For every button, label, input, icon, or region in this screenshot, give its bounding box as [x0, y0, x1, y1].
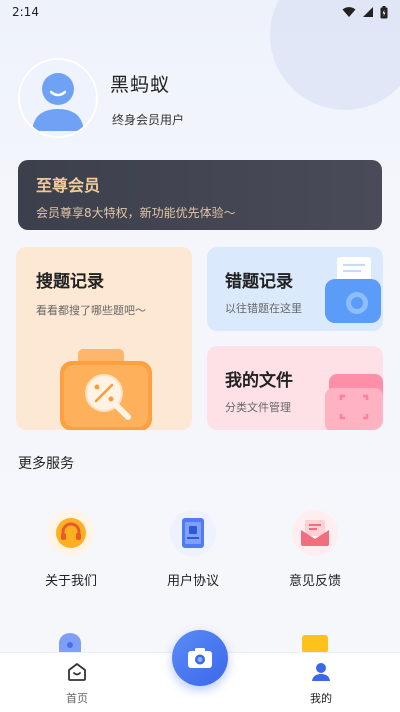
- service-about-us[interactable]: 关于我们: [16, 510, 126, 589]
- about-us-label: 关于我们: [44, 574, 97, 589]
- folder-icon: [325, 374, 383, 430]
- service-icon-partial-3: [302, 635, 328, 653]
- nav-home-label: 首页: [66, 692, 88, 705]
- member-type: 终身会员用户: [112, 113, 185, 127]
- vip-card[interactable]: 至尊会员 会员尊享8大特权，新功能优先体验～: [18, 160, 382, 230]
- home-icon: [68, 663, 86, 681]
- search-history-card[interactable]: 搜题记录 看看都搜了哪些题吧～: [16, 247, 192, 430]
- camera-search-icon: [60, 349, 152, 430]
- service-user-agreement[interactable]: 用户协议: [138, 510, 248, 589]
- status-time: 2:14: [12, 5, 39, 19]
- more-services-title: 更多服务: [18, 456, 74, 472]
- user-icon: [312, 663, 330, 681]
- printer-icon: [325, 257, 381, 323]
- service-feedback[interactable]: 意见反馈: [260, 510, 370, 589]
- vip-title: 至尊会员: [36, 176, 101, 195]
- avatar[interactable]: [18, 58, 98, 138]
- wifi-icon: [342, 7, 356, 17]
- status-icons: [342, 5, 388, 19]
- camera-button[interactable]: [172, 630, 228, 686]
- user-avatar-icon: [32, 73, 84, 131]
- username: 黑蚂蚁: [110, 74, 171, 96]
- search-history-desc: 看看都搜了哪些题吧～: [36, 304, 146, 317]
- user-agreement-label: 用户协议: [166, 574, 219, 589]
- nav-home[interactable]: 首页: [47, 661, 107, 706]
- battery-icon: [380, 5, 388, 18]
- search-history-title: 搜题记录: [36, 272, 104, 292]
- my-files-card[interactable]: 我的文件 分类文件管理: [207, 346, 383, 430]
- error-records-card[interactable]: 错题记录 以往错题在这里: [207, 247, 383, 331]
- signal-icon: [363, 7, 373, 17]
- camera-icon: [188, 648, 212, 668]
- nav-mine-label: 我的: [310, 692, 332, 705]
- status-bar: 2:14: [0, 0, 400, 24]
- mail-icon: [292, 510, 338, 556]
- vip-subtitle: 会员尊享8大特权，新功能优先体验～: [36, 206, 236, 220]
- nav-mine[interactable]: 我的: [291, 661, 351, 706]
- profile-header[interactable]: 黑蚂蚁 终身会员用户: [18, 58, 184, 138]
- document-icon: [170, 510, 216, 556]
- headset-icon: [48, 510, 94, 556]
- feedback-label: 意见反馈: [288, 574, 341, 589]
- service-icon-partial-1: [59, 633, 81, 653]
